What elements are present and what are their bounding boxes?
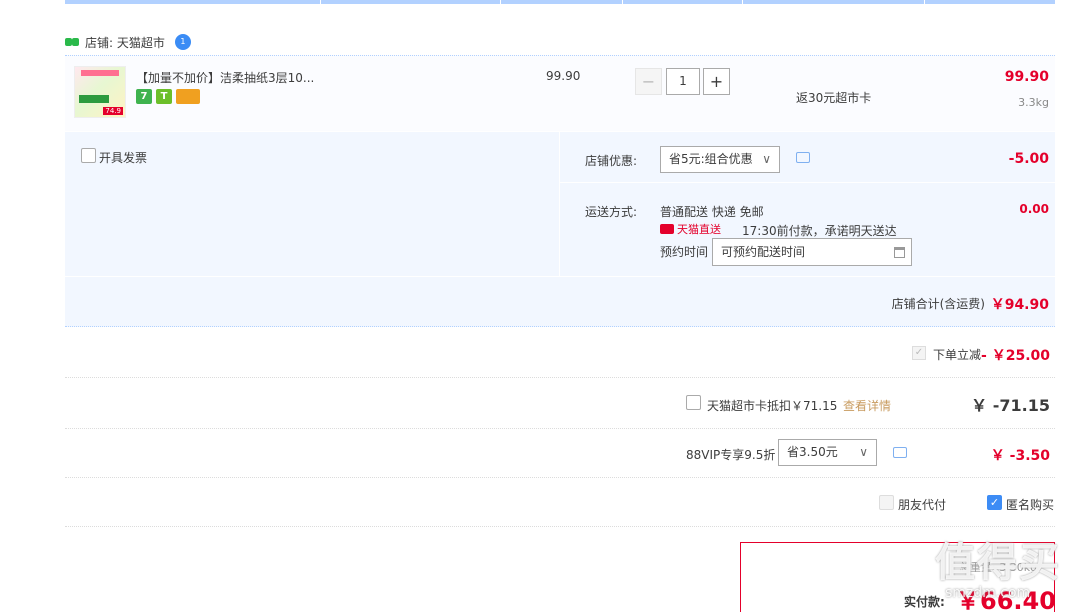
- vip-discount-amount: ￥ -3.50: [990, 448, 1050, 464]
- anonymous-purchase-checkbox[interactable]: ✓: [987, 495, 1002, 510]
- tmall-direct-badge: 天猫直送: [660, 221, 721, 237]
- message-icon[interactable]: [796, 152, 810, 163]
- supermarket-card-label[interactable]: 天猫超市卡抵扣￥71.15: [707, 397, 837, 414]
- chevron-down-icon: ∨: [762, 152, 771, 166]
- tmall-guarantee-icon[interactable]: T: [156, 89, 172, 104]
- item-subtotal: 99.90: [1004, 69, 1049, 85]
- header-divider: [924, 0, 925, 4]
- appointment-placeholder: 可预约配送时间: [721, 245, 806, 259]
- payment-label: 实付款:: [904, 595, 945, 609]
- header-divider: [742, 0, 743, 4]
- anonymous-purchase-label[interactable]: 匿名购买: [1006, 496, 1054, 513]
- shop-name-link[interactable]: 店铺: 天猫超市: [85, 34, 165, 51]
- divider: [559, 132, 560, 276]
- tmall-direct-label: 天猫直送: [677, 223, 721, 236]
- invoice-checkbox[interactable]: [81, 148, 96, 163]
- shop-discount-label: 店铺优惠:: [585, 154, 638, 168]
- divider: [65, 428, 1055, 429]
- view-details-link[interactable]: 查看详情: [843, 397, 891, 414]
- credit-card-icon[interactable]: [176, 89, 200, 104]
- quantity-increase-button[interactable]: +: [703, 68, 730, 95]
- shipping-amount: 0.00: [1019, 202, 1049, 216]
- shop-header: 店铺: 天猫超市 1: [65, 30, 191, 54]
- header-divider: [320, 0, 321, 4]
- shop-total-label: 店铺合计(含运费): [891, 297, 985, 311]
- item-promo-text: 返30元超市卡: [796, 91, 872, 105]
- instant-discount-amount: - ￥25.00: [981, 348, 1050, 364]
- item-weight: 3.3kg: [1018, 96, 1049, 109]
- delivery-promise: 17:30前付款，承诺明天送达: [742, 224, 897, 238]
- appointment-time-input[interactable]: 可预约配送时间: [712, 238, 912, 266]
- divider: [65, 526, 1055, 527]
- tmall-shop-icon: [65, 36, 79, 48]
- vip-discount-value: 省3.50元: [787, 445, 838, 459]
- divider: [65, 477, 1055, 478]
- tmall-icon: [660, 224, 674, 234]
- header-divider: [500, 0, 501, 4]
- vip-discount-select[interactable]: 省3.50元 ∨: [778, 439, 877, 466]
- message-icon[interactable]: [893, 447, 907, 458]
- order-item-row: 74.9 【加量不加价】洁柔抽纸3层10... 7 T 99.90 − 1 + …: [65, 55, 1055, 131]
- supermarket-card-checkbox[interactable]: [686, 395, 701, 410]
- quantity-decrease-button[interactable]: −: [635, 68, 662, 95]
- shipping-method: 普通配送 快递 免邮: [660, 205, 764, 219]
- table-header-strip: [65, 0, 1055, 4]
- divider: [65, 377, 1055, 378]
- watermark-subtitle: smzdm.com: [945, 585, 1031, 601]
- friend-pay-label[interactable]: 朋友代付: [898, 496, 946, 513]
- shop-total-amount: ￥94.90: [990, 297, 1049, 313]
- shop-discount-amount: -5.00: [1008, 151, 1049, 167]
- instant-discount-checkbox[interactable]: ✓: [912, 346, 926, 360]
- supermarket-card-amount: ￥ -71.15: [971, 396, 1050, 415]
- appointment-label: 预约时间: [660, 245, 709, 259]
- order-options-panel: 开具发票 店铺优惠: 省5元:组合优惠 ∨ -5.00 运送方式: 普通配送 快…: [65, 132, 1055, 276]
- unit-price: 99.90: [546, 69, 581, 83]
- quantity-input[interactable]: 1: [666, 68, 700, 95]
- product-thumbnail[interactable]: 74.9: [74, 66, 126, 118]
- product-title-link[interactable]: 【加量不加价】洁柔抽纸3层10...: [136, 69, 314, 86]
- chevron-down-icon: ∨: [859, 445, 868, 459]
- friend-pay-checkbox[interactable]: [879, 495, 894, 510]
- shop-discount-value: 省5元:组合优惠: [669, 152, 753, 166]
- seven-day-return-icon[interactable]: 7: [136, 89, 152, 104]
- invoice-label[interactable]: 开具发票: [99, 149, 147, 166]
- instant-discount-label: 下单立减: [933, 348, 982, 362]
- thumbnail-price-badge: 74.9: [103, 107, 123, 115]
- divider: [560, 182, 1055, 183]
- watermark: 值得买: [935, 540, 1061, 586]
- shop-discount-select[interactable]: 省5元:组合优惠 ∨: [660, 146, 780, 173]
- header-divider: [622, 0, 623, 4]
- shop-total-row: 店铺合计(含运费) ￥94.90: [65, 277, 1055, 327]
- wangwang-chat-icon[interactable]: 1: [174, 34, 191, 50]
- shipping-label: 运送方式:: [585, 205, 638, 219]
- vip-discount-label: 88VIP专享9.5折: [686, 448, 776, 462]
- calendar-icon[interactable]: [894, 247, 905, 258]
